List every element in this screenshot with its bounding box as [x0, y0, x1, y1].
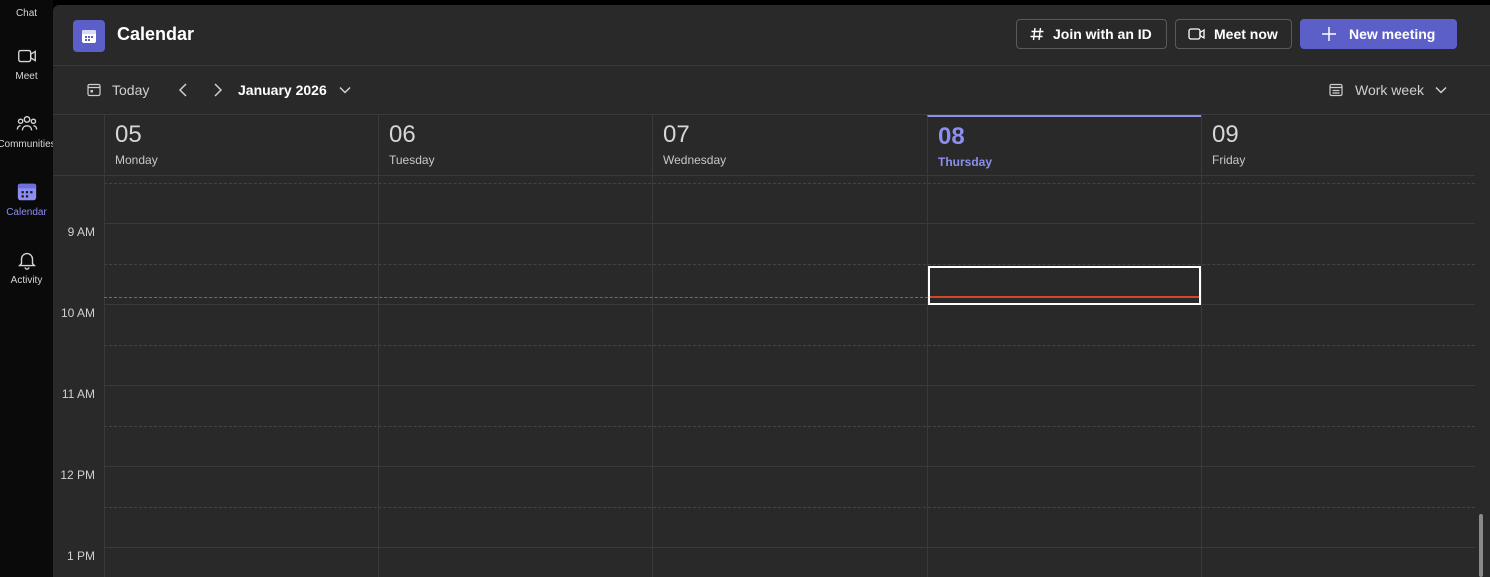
day-number: 09: [1212, 121, 1239, 148]
hash-icon: [1030, 27, 1044, 41]
half-hour-line: [104, 426, 1475, 427]
time-label: 1 PM: [66, 549, 95, 563]
meet-now-label: Meet now: [1214, 26, 1278, 42]
day-number: 06: [389, 121, 416, 148]
new-meeting-button[interactable]: New meeting: [1300, 19, 1457, 49]
video-camera-icon: [1188, 28, 1205, 40]
half-hour-line: [104, 183, 1475, 184]
selected-time-slot[interactable]: [928, 266, 1201, 305]
app-rail: Chat Meet Communities Calendar Activity: [0, 0, 56, 577]
day-column-divider: [104, 176, 105, 577]
scrollbar[interactable]: [1479, 514, 1483, 577]
day-header-friday[interactable]: 09 Friday: [1201, 115, 1475, 175]
view-switcher[interactable]: Work week: [1329, 66, 1448, 114]
rail-item-meet[interactable]: Meet: [0, 45, 53, 82]
hour-line: [104, 385, 1475, 386]
day-name: Wednesday: [663, 153, 727, 167]
hour-line: [104, 547, 1475, 548]
previous-week-button[interactable]: [178, 66, 188, 114]
day-column-divider: [927, 176, 928, 577]
time-grid[interactable]: 9 AM 10 AM 11 AM 12 PM 1 PM: [53, 176, 1475, 577]
hour-line: [104, 223, 1475, 224]
rail-item-communities[interactable]: Communities: [0, 113, 56, 150]
calendar-view-icon: [1329, 83, 1343, 97]
bell-icon: [17, 252, 36, 270]
new-meeting-label: New meeting: [1349, 26, 1436, 42]
rail-item-chat[interactable]: Chat: [0, 8, 53, 19]
plus-icon: [1322, 27, 1336, 41]
today-button[interactable]: Today: [87, 66, 149, 114]
day-header-monday[interactable]: 05 Monday: [104, 115, 378, 175]
meet-now-button[interactable]: Meet now: [1175, 19, 1292, 49]
page-title: Calendar: [117, 24, 195, 44]
day-name: Thursday: [938, 155, 993, 169]
calendar-panel: Calendar Join with an ID Meet now New me…: [53, 5, 1490, 577]
day-number: 08: [938, 123, 965, 150]
video-camera-icon: [17, 49, 36, 63]
time-label: 10 AM: [60, 306, 95, 320]
half-hour-line: [104, 345, 1475, 346]
today-label: Today: [112, 82, 150, 98]
time-label: 11 AM: [61, 387, 95, 401]
day-number: 05: [115, 121, 142, 148]
time-label: 12 PM: [60, 468, 95, 482]
join-with-id-button[interactable]: Join with an ID: [1016, 19, 1167, 49]
calendar-today-icon: [87, 83, 101, 97]
month-picker[interactable]: January 2026: [238, 66, 352, 114]
calendar-toolbar: Today January 2026 Work week: [53, 66, 1490, 115]
half-hour-line: [104, 264, 1475, 265]
day-column-divider: [652, 176, 653, 577]
calendar-icon: [17, 183, 36, 201]
month-label: January 2026: [238, 82, 327, 98]
time-label: 9 AM: [67, 225, 95, 239]
day-header-wednesday[interactable]: 07 Wednesday: [652, 115, 926, 175]
day-name: Friday: [1212, 153, 1246, 167]
day-name: Tuesday: [389, 153, 435, 167]
people-group-icon: [16, 115, 37, 131]
rail-item-calendar[interactable]: Calendar: [0, 181, 53, 218]
chevron-down-icon: [1435, 86, 1447, 94]
calendar-header: Calendar Join with an ID Meet now New me…: [53, 5, 1490, 66]
chevron-right-icon: [214, 83, 223, 97]
day-number: 07: [663, 121, 690, 148]
hour-line: [104, 466, 1475, 467]
rail-item-activity[interactable]: Activity: [0, 249, 53, 286]
next-week-button[interactable]: [213, 66, 223, 114]
day-column-divider: [378, 176, 379, 577]
day-headers: 05 Monday 06 Tuesday 07 Wednesday 08 Thu…: [53, 115, 1475, 176]
day-header-tuesday[interactable]: 06 Tuesday: [378, 115, 652, 175]
day-column-divider: [1201, 176, 1202, 577]
current-time-line: [104, 297, 928, 298]
day-header-thursday[interactable]: 08 Thursday: [927, 115, 1201, 175]
chevron-down-icon: [339, 86, 351, 94]
join-with-id-label: Join with an ID: [1053, 26, 1152, 42]
chevron-left-icon: [178, 83, 187, 97]
hour-line: [104, 304, 1475, 305]
view-label: Work week: [1355, 82, 1424, 98]
calendar-app-icon: [73, 20, 105, 52]
half-hour-line: [104, 507, 1475, 508]
day-name: Monday: [115, 153, 158, 167]
